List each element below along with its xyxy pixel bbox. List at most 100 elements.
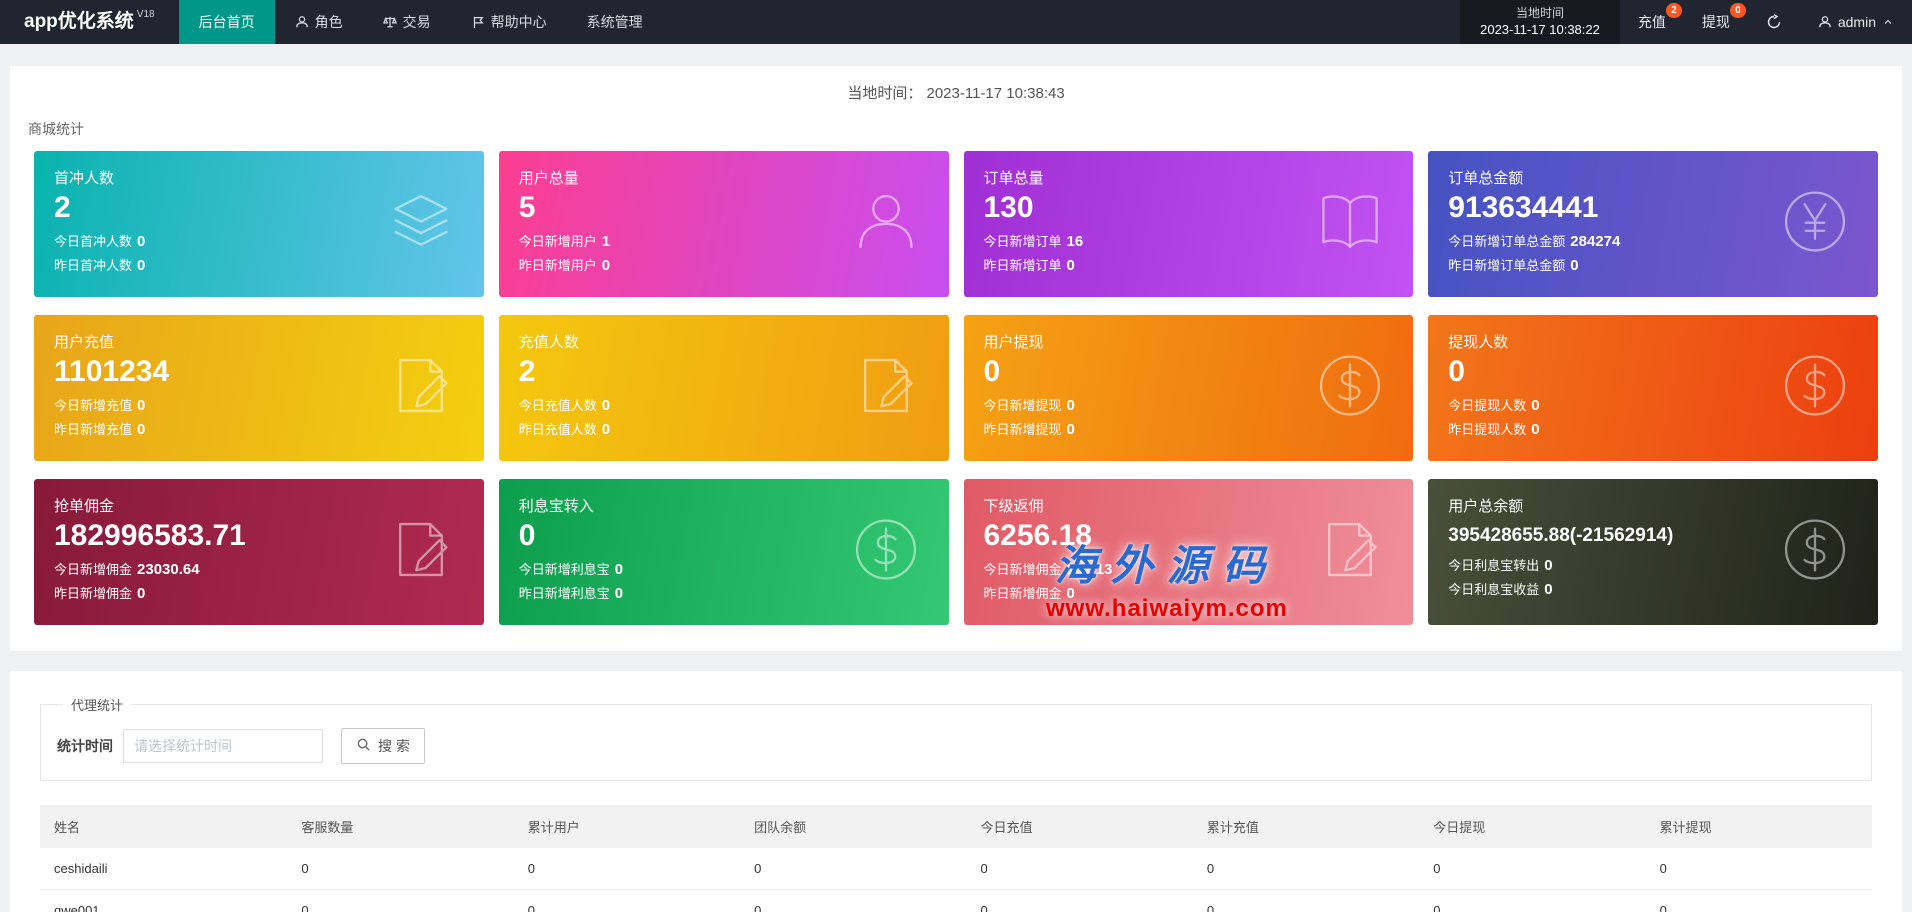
edit-doc-icon <box>849 349 923 428</box>
table-cell: 0 <box>287 889 514 912</box>
withdraw-label: 提现 <box>1701 14 1730 30</box>
table-cell: 0 <box>513 848 741 890</box>
table-header-cell: 累计用户 <box>513 805 741 848</box>
table-cell: 0 <box>740 848 967 890</box>
table-cell: 0 <box>1192 889 1420 912</box>
dollar-icon <box>849 513 923 592</box>
refresh-button[interactable] <box>1748 0 1800 44</box>
top-bar: app优化系统 V18 后台首页 角色 交易 帮助中心 系统管理 当地时间 20… <box>0 0 1912 44</box>
recharge-badge: 2 <box>1665 3 1682 18</box>
recharge-button[interactable]: 充值 2 <box>1620 0 1684 44</box>
book-icon <box>1313 185 1387 264</box>
nav-label: 交易 <box>402 14 431 30</box>
brand-version: V18 <box>136 9 155 20</box>
local-time-label: 当地时间 <box>1515 5 1564 20</box>
dollar-icon <box>1778 349 1852 428</box>
table-cell: 0 <box>1419 889 1646 912</box>
table-header-row: 姓名 客服数量 累计用户 团队余额 今日充值 累计充值 今日提现 累计提现 <box>40 805 1872 848</box>
local-time-value: 2023-11-17 10:38:22 <box>1480 22 1600 38</box>
refresh-icon <box>1766 14 1782 30</box>
edit-doc-icon <box>384 349 458 428</box>
header-spacer <box>663 0 1461 44</box>
dollar-icon <box>1778 513 1852 592</box>
chevron-up-icon <box>1882 16 1894 28</box>
agent-stats-panel: 代理统计 统计时间 搜 索 姓名 客服数量 累计用户 团队余额 今日充值 累 <box>10 671 1902 912</box>
current-time-value: 2023-11-17 10:38:43 <box>926 85 1065 102</box>
current-time-label: 当地时间： <box>847 85 923 102</box>
stat-card-recharge-users: 充值人数 2 今日充值人数 0 昨日充值人数 0 <box>498 315 949 461</box>
flag-icon <box>471 15 485 29</box>
stat-card-interest-in: 利息宝转入 0 今日新增利息宝 0 昨日新增利息宝 0 <box>498 479 949 625</box>
nav-item-dashboard[interactable]: 后台首页 <box>178 0 275 44</box>
stat-time-input[interactable] <box>123 729 323 763</box>
table-row: qwe001 0 0 0 0 0 0 0 <box>40 889 1872 912</box>
user-icon <box>295 15 309 29</box>
table-cell: 0 <box>740 889 967 912</box>
layers-icon <box>384 185 458 264</box>
nav-label: 角色 <box>314 14 343 30</box>
stat-card-first-charge-users: 首冲人数 2 今日首冲人数 0 昨日首冲人数 0 <box>34 151 484 297</box>
brand-name: app优化系统 <box>24 11 134 32</box>
stat-card-user-recharge: 用户充值 1101234 今日新增充值 0 昨日新增充值 0 <box>34 315 484 461</box>
table-header-cell: 今日充值 <box>966 805 1193 848</box>
search-button-label: 搜 索 <box>378 738 410 754</box>
table-header-cell: 姓名 <box>40 805 288 848</box>
agent-table: 姓名 客服数量 累计用户 团队余额 今日充值 累计充值 今日提现 累计提现 ce… <box>40 805 1872 912</box>
table-cell: ceshidaili <box>40 848 288 890</box>
agent-stats-fieldset: 代理统计 统计时间 搜 索 <box>40 695 1872 781</box>
table-cell: 0 <box>513 889 741 912</box>
user-menu[interactable]: admin <box>1800 0 1912 44</box>
stat-card-total-balance: 用户总余额 395428655.88(-21562914) 今日利息宝转出 0 今… <box>1428 479 1878 625</box>
app-logo: app优化系统 V18 <box>0 0 179 44</box>
scale-icon <box>382 15 397 29</box>
stat-card-total-orders: 订单总量 130 今日新增订单 16 昨日新增订单 0 <box>963 151 1414 297</box>
nav-label: 后台首页 <box>198 14 255 30</box>
table-cell: 0 <box>287 848 514 890</box>
agent-stats-legend: 代理统计 <box>71 698 124 713</box>
search-icon <box>356 737 371 755</box>
table-cell: qwe001 <box>40 889 288 912</box>
table-cell: 0 <box>966 848 1193 890</box>
table-cell: 0 <box>1192 848 1420 890</box>
current-time: 当地时间： 2023-11-17 10:38:43 <box>10 82 1902 103</box>
table-cell: 0 <box>1645 889 1872 912</box>
stat-time-label: 统计时间 <box>57 738 113 754</box>
user-icon <box>1818 15 1832 29</box>
stat-card-sub-rebate: 下级返佣 6256.18 今日新增佣金 162.13 昨日新增佣金 0 <box>963 479 1414 625</box>
edit-doc-icon <box>1313 513 1387 592</box>
table-header-cell: 团队余额 <box>740 805 967 848</box>
nav-label: 帮助中心 <box>490 14 547 30</box>
table-cell: 0 <box>1419 848 1646 890</box>
stat-card-total-order-amount: 订单总金额 913634441 今日新增订单总金额 284274 昨日新增订单总金… <box>1428 151 1878 297</box>
withdraw-button[interactable]: 提现 0 <box>1684 0 1748 44</box>
agent-table-wrap: 姓名 客服数量 累计用户 团队余额 今日充值 累计充值 今日提现 累计提现 ce… <box>40 805 1872 912</box>
search-button[interactable]: 搜 索 <box>341 728 425 764</box>
nav-item-system[interactable]: 系统管理 <box>567 0 663 44</box>
withdraw-badge: 0 <box>1729 3 1746 18</box>
table-header-cell: 累计充值 <box>1192 805 1420 848</box>
stat-card-order-commission: 抢单佣金 182996583.71 今日新增佣金 23030.64 昨日新增佣金 0 <box>34 479 484 625</box>
nav-item-trade[interactable]: 交易 <box>363 0 451 44</box>
username: admin <box>1837 14 1876 30</box>
header-local-time: 当地时间 2023-11-17 10:38:22 <box>1460 0 1620 44</box>
table-header-cell: 今日提现 <box>1419 805 1646 848</box>
table-cell: 0 <box>966 889 1193 912</box>
recharge-label: 充值 <box>1637 14 1666 30</box>
user-icon <box>849 185 923 264</box>
table-header-cell: 客服数量 <box>287 805 514 848</box>
nav-item-roles[interactable]: 角色 <box>275 0 363 44</box>
main-nav: 后台首页 角色 交易 帮助中心 系统管理 <box>178 0 663 44</box>
table-header-cell: 累计提现 <box>1645 805 1872 848</box>
stat-card-user-withdraw: 用户提现 0 今日新增提现 0 昨日新增提现 0 <box>963 315 1414 461</box>
yen-icon <box>1778 185 1852 264</box>
nav-label: 系统管理 <box>586 14 643 30</box>
stats-panel: 当地时间： 2023-11-17 10:38:43 商城统计 首冲人数 2 今日… <box>10 66 1902 651</box>
agent-search-form: 统计时间 搜 索 <box>57 728 1855 764</box>
dollar-icon <box>1313 349 1387 428</box>
stat-card-withdraw-users: 提现人数 0 今日提现人数 0 昨日提现人数 0 <box>1428 315 1878 461</box>
section-title-mall-stats: 商城统计 <box>28 121 84 137</box>
edit-doc-icon <box>384 513 458 592</box>
stat-card-total-users: 用户总量 5 今日新增用户 1 昨日新增用户 0 <box>498 151 949 297</box>
nav-item-help-center[interactable]: 帮助中心 <box>451 0 567 44</box>
table-row: ceshidaili 0 0 0 0 0 0 0 <box>40 848 1872 890</box>
